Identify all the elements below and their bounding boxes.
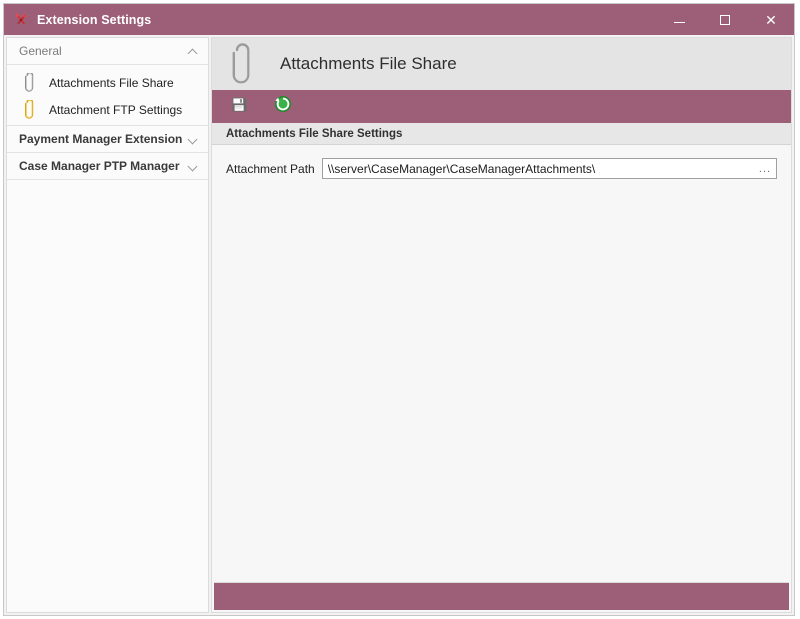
minimize-button[interactable] [656, 4, 702, 35]
sidebar-group-general[interactable]: General [7, 38, 208, 65]
attachment-path-input-wrapper[interactable]: ... [321, 158, 777, 179]
minimize-icon [673, 21, 685, 23]
toolbar [212, 90, 791, 123]
attachment-path-label: Attachment Path [226, 161, 315, 176]
chevron-down-icon [189, 162, 198, 171]
close-icon: ✕ [765, 11, 777, 28]
save-floppy-icon [230, 95, 249, 119]
chevron-down-icon [189, 135, 198, 144]
sidebar-group-label: General [19, 44, 62, 58]
browse-button[interactable]: ... [754, 159, 776, 178]
close-button[interactable]: ✕ [748, 4, 794, 35]
sidebar-group-payment-manager-extension[interactable]: Payment Manager Extension [7, 126, 208, 153]
attachment-path-input[interactable] [322, 159, 754, 178]
paperclip-icon-gold [21, 98, 39, 120]
chevron-up-icon [189, 47, 198, 56]
paperclip-icon-large [228, 42, 258, 86]
save-button[interactable] [224, 93, 254, 120]
sidebar-item-attachment-ftp-settings[interactable]: Attachment FTP Settings [7, 96, 208, 123]
attachment-path-row: Attachment Path ... [226, 158, 777, 179]
sidebar-item-label: Attachment FTP Settings [49, 102, 183, 117]
status-bar [214, 582, 789, 610]
content-area: Attachments File Share Settings Attachme… [212, 123, 791, 580]
window-body: General Attachments File Share Attachmen… [4, 35, 794, 615]
refresh-button[interactable] [268, 93, 298, 120]
sidebar-group-general-items: Attachments File Share Attachment FTP Se… [7, 65, 208, 126]
window-controls: ✕ [656, 4, 794, 35]
settings-form: Attachment Path ... [212, 145, 791, 580]
maximize-button[interactable] [702, 4, 748, 35]
sidebar: General Attachments File Share Attachmen… [6, 37, 209, 613]
tools-icon [12, 11, 30, 29]
extension-settings-window: Extension Settings ✕ General Attachments… [3, 3, 795, 616]
refresh-green-icon [274, 95, 292, 118]
title-bar: Extension Settings ✕ [4, 4, 794, 35]
section-header: Attachments File Share Settings [212, 123, 791, 145]
sidebar-group-label: Case Manager PTP Manager [19, 159, 180, 173]
sidebar-empty-area [7, 180, 208, 612]
sidebar-group-label: Payment Manager Extension [19, 132, 183, 146]
paperclip-icon-silver [21, 71, 39, 93]
sidebar-group-case-manager-ptp-manager[interactable]: Case Manager PTP Manager [7, 153, 208, 180]
maximize-icon [720, 14, 730, 25]
window-title: Extension Settings [37, 12, 152, 27]
main-pane: Attachments File Share Attachments File … [211, 37, 792, 613]
sidebar-item-label: Attachments File Share [49, 75, 174, 90]
page-header: Attachments File Share [212, 38, 791, 90]
sidebar-item-attachments-file-share[interactable]: Attachments File Share [7, 69, 208, 96]
section-title: Attachments File Share Settings [226, 127, 403, 140]
page-title: Attachments File Share [280, 54, 457, 73]
